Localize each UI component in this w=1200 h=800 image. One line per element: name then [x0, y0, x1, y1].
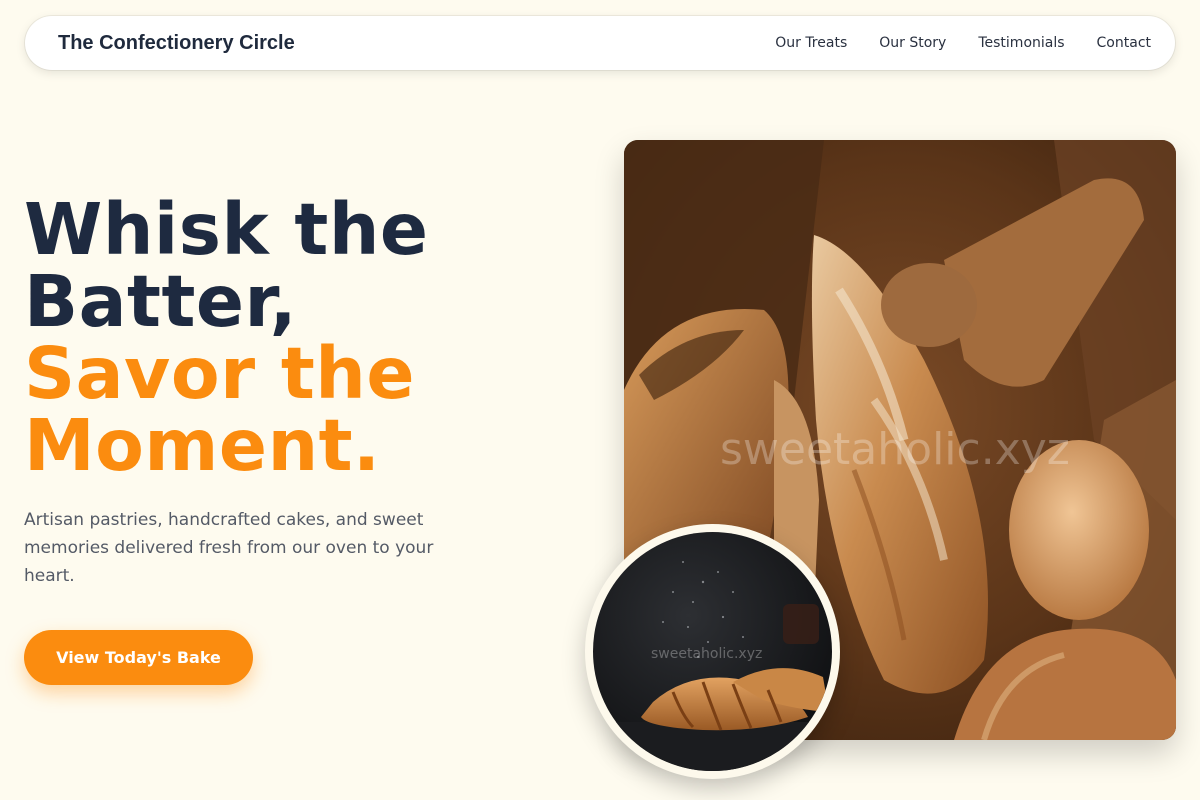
photo-watermark: sweetaholic.xyz	[720, 424, 1070, 475]
nav-link-contact[interactable]: Contact	[1097, 35, 1151, 51]
view-todays-bake-button[interactable]: View Today's Bake	[24, 630, 253, 685]
hero-title-line-1: Whisk the	[24, 188, 429, 271]
nav-links: Our Treats Our Story Testimonials Contac…	[775, 35, 1151, 51]
hero-title-line-2: Batter,	[24, 260, 298, 343]
croissant-photo-frame: sweetaholic.xyz	[585, 524, 840, 779]
navbar: The Confectionery Circle Our Treats Our …	[25, 16, 1175, 70]
hero-title: Whisk the Batter, Savor the Moment.	[24, 194, 564, 482]
hero-subtitle: Artisan pastries, handcrafted cakes, and…	[24, 510, 434, 586]
croissant-photo: sweetaholic.xyz	[593, 532, 832, 771]
inset-watermark: sweetaholic.xyz	[651, 646, 763, 662]
landing-page: The Confectionery Circle Our Treats Our …	[0, 0, 1200, 800]
nav-link-our-treats[interactable]: Our Treats	[775, 35, 847, 51]
nav-link-testimonials[interactable]: Testimonials	[978, 35, 1064, 51]
hero-title-line-3: Savor the	[24, 332, 415, 415]
brand-logo[interactable]: The Confectionery Circle	[58, 32, 295, 55]
hero-title-line-4: Moment.	[24, 404, 381, 487]
nav-link-our-story[interactable]: Our Story	[879, 35, 946, 51]
